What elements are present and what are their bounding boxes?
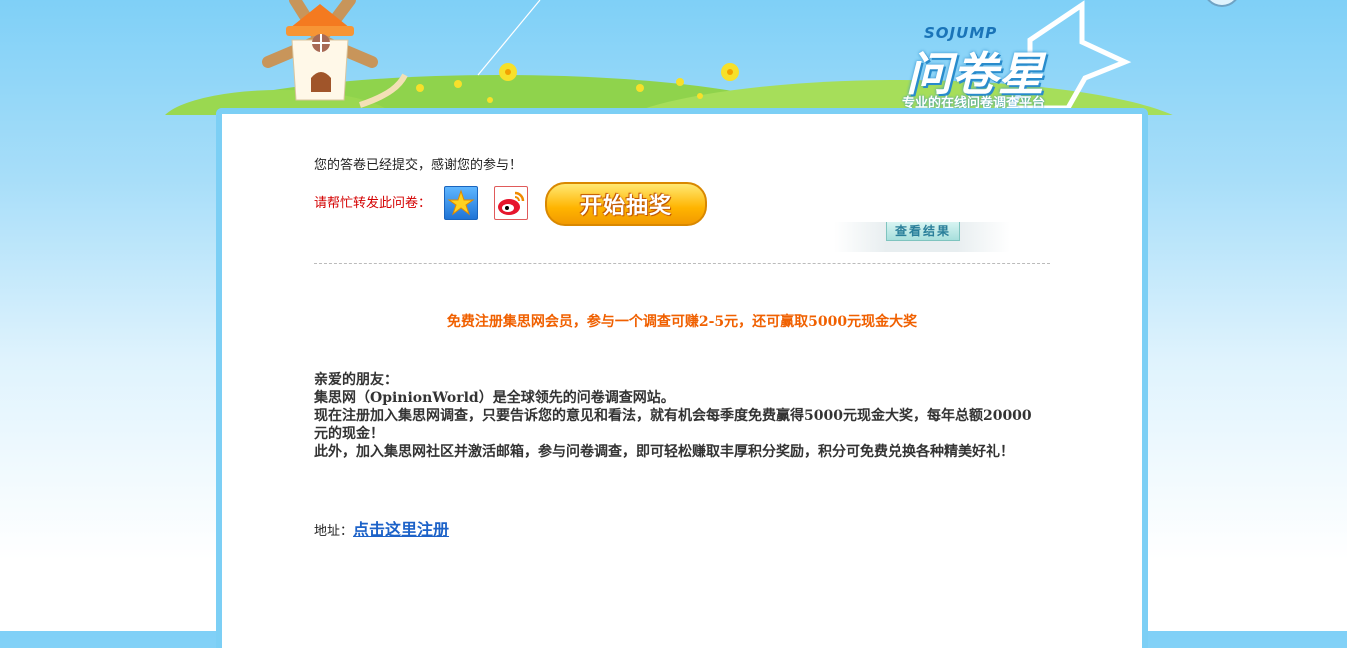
thanks-message: 您的答卷已经提交，感谢您的参与！: [314, 158, 523, 173]
corner-circle-icon: [1207, 0, 1237, 7]
view-results-button[interactable]: 查看结果: [886, 222, 960, 241]
result-tab: 查看结果: [834, 222, 1010, 252]
letter-line: 现在注册加入集思网调查，只要告诉您的意见和看法，就有机会每季度免费赢得5000元…: [314, 408, 1032, 442]
share-label: 请帮忙转发此问卷：: [314, 196, 432, 211]
invitation-letter: 亲爱的朋友： 集思网（OpinionWorld）是全球领先的问卷调查网站。 现在…: [314, 371, 1044, 461]
promo-text: 免费注册集思网会员，参与一个调查可赚2-5元，还可赢取5000元现金大奖: [446, 314, 918, 330]
letter-line: 此外，加入集思网社区并激活邮箱，参与问卷调查，即可轻松赚取丰厚积分奖励，积分可免…: [314, 444, 1014, 460]
letter-line: 集思网（OpinionWorld）是全球领先的问卷调查网站。: [314, 390, 675, 406]
lottery-button[interactable]: 开始抽奖: [545, 182, 707, 226]
divider: [314, 263, 1050, 264]
banner-scenery: [165, 0, 1237, 115]
letter-line: 亲爱的朋友：: [314, 372, 398, 388]
register-link[interactable]: 点击这里注册: [353, 520, 449, 539]
header-banner: SOJUMP 问卷星 专业的在线问卷调查平台: [0, 0, 1347, 115]
address-label: 地址：: [314, 524, 354, 539]
address-row: 地址：点击这里注册: [314, 516, 449, 540]
qzone-icon[interactable]: [444, 186, 478, 220]
weibo-icon[interactable]: [494, 186, 528, 220]
